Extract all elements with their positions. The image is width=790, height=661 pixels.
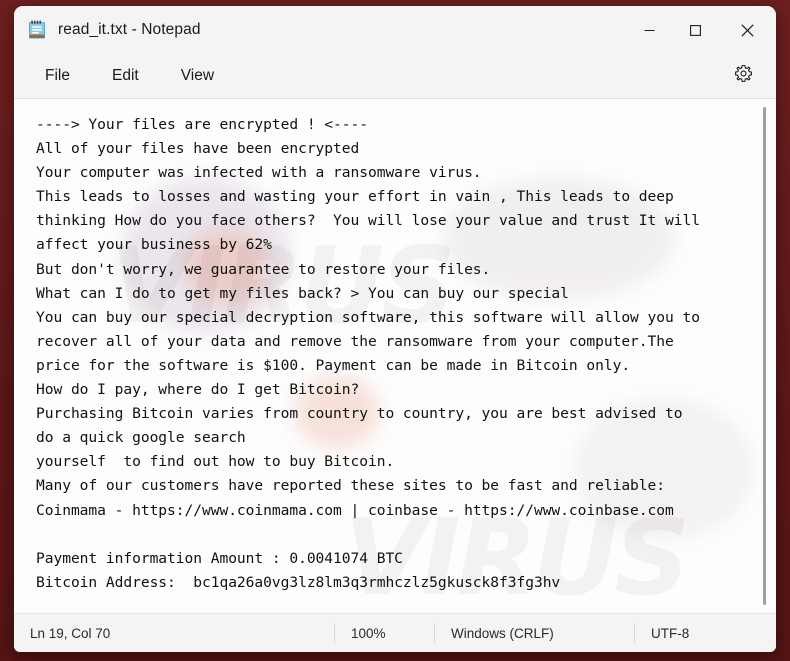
close-button[interactable]	[718, 6, 776, 54]
menu-item-file[interactable]: File	[34, 62, 81, 90]
text-editor-area[interactable]: VIRUS VIRUS ----> Your files are encrypt…	[14, 99, 776, 613]
status-bar: Ln 19, Col 70 100% Windows (CRLF) UTF-8	[14, 613, 776, 652]
menu-item-view[interactable]: View	[170, 62, 225, 90]
status-zoom-level[interactable]: 100%	[334, 623, 434, 643]
ransom-note-text[interactable]: ----> Your files are encrypted ! <---- A…	[14, 99, 776, 613]
title-bar[interactable]: read_it.txt - Notepad	[14, 6, 776, 54]
menu-item-edit[interactable]: Edit	[101, 62, 150, 90]
minimize-button[interactable]	[626, 6, 672, 54]
status-encoding[interactable]: UTF-8	[634, 623, 705, 643]
status-line-ending[interactable]: Windows (CRLF)	[434, 623, 634, 643]
notepad-icon	[28, 20, 46, 40]
window-title: read_it.txt - Notepad	[58, 21, 201, 38]
settings-button[interactable]	[726, 60, 760, 92]
gear-icon	[734, 64, 753, 88]
notepad-window: read_it.txt - Notepad File Edit View VIR…	[14, 6, 776, 652]
maximize-button[interactable]	[672, 6, 718, 54]
desktop-background: read_it.txt - Notepad File Edit View VIR…	[0, 0, 790, 661]
window-controls	[626, 6, 776, 54]
scrollbar-thumb[interactable]	[763, 107, 766, 605]
note-body: ----> Your files are encrypted ! <---- A…	[36, 116, 700, 591]
vertical-scrollbar[interactable]	[759, 107, 769, 605]
menu-bar: File Edit View	[14, 54, 776, 99]
status-line-column[interactable]: Ln 19, Col 70	[14, 623, 334, 643]
